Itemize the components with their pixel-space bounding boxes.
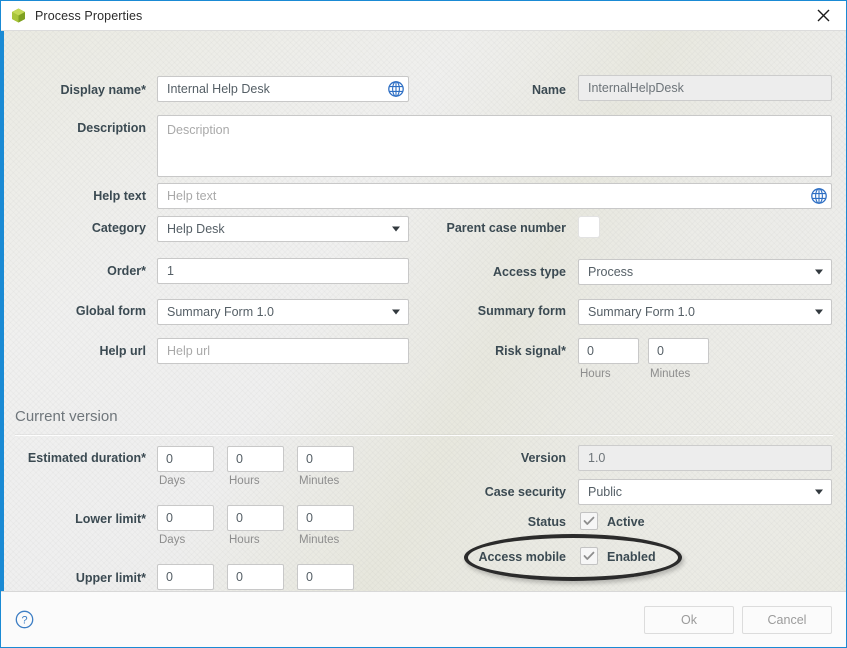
summary-form-value: Summary Form 1.0 [588,305,695,319]
description-textarea[interactable]: Description [157,115,832,177]
lower-limit-hours-input[interactable]: 0 [227,505,284,531]
question-mark-icon[interactable]: ? [15,610,34,629]
estimated-duration-days-sublabel: Days [159,475,186,487]
status-checkbox[interactable] [580,512,598,530]
globe-icon[interactable] [387,80,405,98]
parent-case-number-input[interactable] [578,216,600,238]
process-properties-dialog: Process Properties Display name* Interna… [0,0,847,648]
description-label: Description [77,121,146,135]
display-name-input[interactable]: Internal Help Desk [157,76,409,102]
svg-text:?: ? [21,615,27,627]
check-icon [583,515,595,527]
dialog-footer: ? Ok Cancel [1,591,846,647]
category-value: Help Desk [167,222,225,236]
estimated-duration-hours-sublabel: Hours [229,475,260,487]
risk-signal-hours-input[interactable]: 0 [578,338,639,364]
help-text-input[interactable]: Help text [157,183,832,209]
category-select[interactable]: Help Desk [157,216,409,242]
estimated-duration-hours-input[interactable]: 0 [227,446,284,472]
upper-limit-hours-input[interactable]: 0 [227,564,284,590]
upper-limit-minutes-input[interactable]: 0 [297,564,354,590]
access-type-select[interactable]: Process [578,259,832,285]
close-icon [817,9,830,22]
section-divider [15,435,833,436]
status-label: Status [527,515,566,529]
upper-limit-days-input[interactable]: 0 [157,564,214,590]
lower-limit-days-sublabel: Days [159,534,186,546]
order-label: Order* [107,264,146,278]
cancel-button[interactable]: Cancel [742,605,832,634]
global-form-label: Global form [75,304,146,318]
parent-case-number-label: Parent case number [446,221,567,235]
chevron-down-icon [815,269,823,275]
risk-signal-minutes-sublabel: Minutes [650,368,691,380]
risk-signal-minutes-input[interactable]: 0 [648,338,709,364]
estimated-duration-minutes-input[interactable]: 0 [297,446,354,472]
globe-icon[interactable] [810,187,828,205]
order-input[interactable]: 1 [157,258,409,284]
form-content: Display name* Internal Help Desk Name In… [1,31,846,591]
title-bar: Process Properties [1,1,846,31]
global-form-value: Summary Form 1.0 [167,305,274,319]
help-url-input[interactable]: Help url [157,338,409,364]
lower-limit-label: Lower limit* [75,512,146,526]
access-mobile-checkbox-label: Enabled [607,550,656,564]
access-mobile-checkbox[interactable] [580,547,598,565]
current-version-section-title: Current version [15,408,118,425]
name-input: InternalHelpDesk [578,75,832,101]
global-form-select[interactable]: Summary Form 1.0 [157,299,409,325]
dialog-body: Display name* Internal Help Desk Name In… [1,31,846,591]
risk-signal-label: Risk signal* [495,344,566,358]
name-label: Name [531,83,566,97]
status-checkbox-label: Active [607,515,645,529]
chevron-down-icon [815,489,823,495]
case-security-select[interactable]: Public [578,479,832,505]
lower-limit-hours-sublabel: Hours [229,534,260,546]
check-icon [583,550,595,562]
window-title: Process Properties [35,8,143,23]
chevron-down-icon [815,309,823,315]
help-url-label: Help url [99,344,146,358]
access-mobile-label: Access mobile [478,550,566,564]
case-security-value: Public [588,485,623,499]
estimated-duration-label: Estimated duration* [27,451,146,465]
estimated-duration-minutes-sublabel: Minutes [299,475,340,487]
cube-icon [10,7,27,24]
ok-button[interactable]: Ok [644,605,734,634]
version-input: 1.0 [578,445,832,471]
chevron-down-icon [392,226,400,232]
display-name-label: Display name* [60,83,146,97]
upper-limit-label: Upper limit* [75,571,146,585]
access-type-label: Access type [493,265,566,279]
version-label: Version [520,451,566,465]
summary-form-select[interactable]: Summary Form 1.0 [578,299,832,325]
risk-signal-hours-sublabel: Hours [580,368,611,380]
lower-limit-days-input[interactable]: 0 [157,505,214,531]
estimated-duration-days-input[interactable]: 0 [157,446,214,472]
chevron-down-icon [392,309,400,315]
close-button[interactable] [801,1,846,30]
lower-limit-minutes-input[interactable]: 0 [297,505,354,531]
lower-limit-minutes-sublabel: Minutes [299,534,340,546]
case-security-label: Case security [484,485,566,499]
category-label: Category [91,221,146,235]
help-text-label: Help text [93,189,146,203]
access-type-value: Process [588,265,634,279]
summary-form-label: Summary form [477,304,566,318]
